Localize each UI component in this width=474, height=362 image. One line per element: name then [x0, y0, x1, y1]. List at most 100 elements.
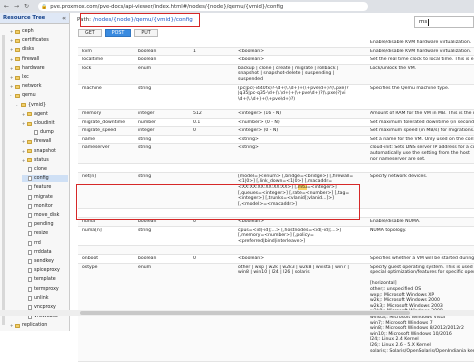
tree-item[interactable]: dump — [28, 129, 68, 136]
table-row[interactable]: migrate_downtime number 0.1 <number> (0 - N… — [78, 119, 474, 128]
param-name-cell: localtime — [82, 57, 104, 63]
tree-item[interactable]: + network — [10, 83, 68, 90]
param-format-cell: <boolean> — [238, 57, 265, 63]
reload-icon[interactable]: ↻ — [23, 3, 30, 10]
tree-item[interactable]: spiceproxy — [22, 267, 68, 274]
table-row[interactable]: lock enum backup | clone | create | migrat… — [78, 64, 474, 85]
document-icon — [28, 259, 32, 264]
tree-item[interactable]: + lxc — [10, 74, 68, 81]
table-row[interactable]: machine string (pc|pc(-i440fx)?-\d+(\.\d+)… — [78, 85, 474, 110]
param-type-cell: boolean — [138, 57, 157, 63]
tree-item[interactable]: template — [22, 276, 68, 283]
path-highlight-box — [80, 13, 200, 27]
tree-item[interactable]: - {vmid} — [16, 102, 68, 109]
tree-item[interactable]: resize — [22, 230, 68, 237]
tree-item[interactable]: + disks — [10, 46, 68, 53]
param-type-cell: string — [138, 227, 152, 233]
resource-tree-title: Resource Tree — [3, 15, 46, 21]
tree-item[interactable]: pending — [22, 221, 68, 228]
tree-item[interactable]: clone — [22, 166, 68, 173]
table-row[interactable]: kvm boolean 1 <boolean> Enable/disable KVM h… — [78, 47, 474, 57]
param-default-cell — [193, 228, 229, 247]
tree-item[interactable]: + firewall — [10, 56, 68, 63]
param-description-cell: Enable/disable KVM hardware virtualizati… — [370, 48, 472, 54]
method-tabs: GET POST PUT — [78, 29, 161, 37]
param-default-cell — [193, 86, 229, 110]
tree-item[interactable]: rrd — [22, 240, 68, 247]
tree-item[interactable]: + snapshot — [22, 148, 68, 155]
param-name-cell: migrate_speed — [82, 128, 117, 134]
tree-item[interactable]: + replication — [10, 322, 68, 329]
tree-scrollbar[interactable] — [2, 35, 5, 325]
param-name-cell: memory — [82, 111, 102, 116]
main-panel: Path: /nodes/{node}/qemu/{vmid}/config m… — [72, 13, 474, 362]
param-format-cell: <string> — [238, 145, 259, 151]
table-row[interactable]: Enable/disable KVM hardware virtualizati… — [78, 39, 474, 48]
back-arrow-icon[interactable]: ← — [3, 3, 10, 10]
lock-icon: 🔒 — [41, 3, 48, 10]
folder-icon — [15, 66, 20, 71]
tree-item-label: qemu — [22, 93, 36, 99]
tree-item[interactable]: + status — [22, 157, 68, 164]
param-name-cell: lock — [82, 65, 92, 71]
param-format-cell: cpus=<id[-id];...> [,hostnodes=<id[-id];… — [238, 227, 342, 244]
tab-get[interactable]: GET — [78, 29, 102, 37]
tree-item[interactable]: + ceph — [10, 28, 68, 35]
tree-item[interactable]: - qemu — [10, 92, 68, 99]
document-icon — [28, 194, 32, 200]
tree-item-label: sendkey — [34, 259, 54, 264]
tab-post[interactable]: POST — [104, 29, 132, 37]
tree-item[interactable]: + agent — [22, 111, 68, 118]
table-row[interactable]: numa[n] string cpus=<id[-id];...> [,hostno… — [78, 227, 474, 247]
table-row[interactable]: nameserver string <string> cloud-init: Sets… — [78, 144, 474, 165]
address-bar[interactable]: 🔒 pve.proxmox.com/pve-docs/api-viewer/in… — [38, 2, 368, 11]
tree-item[interactable]: sendkey — [22, 258, 68, 265]
tree-item[interactable]: + cloudinit — [22, 120, 68, 127]
param-default-cell — [193, 247, 229, 255]
param-format-cell — [238, 40, 366, 48]
tree-item-label: resize — [34, 231, 49, 237]
folder-icon — [27, 121, 32, 126]
table-row[interactable]: name string <string> Set a name for the VM.… — [78, 136, 474, 145]
tree-item-label: termproxy — [34, 286, 59, 292]
tree-item[interactable]: termproxy — [22, 286, 68, 293]
param-type-cell — [138, 40, 186, 48]
tree-item[interactable]: + firewall — [22, 138, 68, 145]
document-icon — [28, 277, 32, 283]
search-input[interactable]: ms — [414, 16, 474, 28]
table-row[interactable] — [78, 246, 474, 255]
tree-item-label: lxc — [22, 75, 29, 80]
forward-arrow-icon[interactable]: → — [13, 3, 20, 10]
tree-item[interactable]: monitor — [22, 203, 68, 210]
folder-icon — [15, 75, 20, 80]
browser-toolbar: ← → ↻ 🔒 pve.proxmox.com/pve-docs/api-vie… — [0, 0, 474, 13]
table-row[interactable]: memory integer 512 <integer> (16 - N) Amount… — [78, 110, 474, 119]
table-row[interactable] — [78, 164, 474, 173]
tree-item[interactable]: config — [22, 175, 68, 183]
tree-item-label: feature — [34, 185, 52, 191]
document-icon — [28, 167, 32, 172]
param-type-cell: string — [138, 85, 152, 91]
tree-item[interactable]: rrddata — [22, 249, 68, 256]
tree-item-label: firewall — [22, 56, 40, 62]
tab-put[interactable]: PUT — [134, 29, 158, 37]
tree-item[interactable]: feature — [22, 184, 68, 191]
param-default-cell: 0 — [193, 256, 196, 261]
scrollbar-thumb[interactable] — [80, 311, 410, 315]
folder-icon — [15, 84, 20, 89]
param-description-cell: Set maximum tolerated downtime (in secon… — [370, 119, 474, 125]
collapse-panel-icon[interactable]: « — [62, 15, 66, 22]
tree-item[interactable]: + hardware — [10, 65, 68, 72]
horizontal-scrollbar[interactable] — [0, 310, 474, 316]
tree-item[interactable]: unlink — [22, 295, 68, 302]
document-icon — [28, 295, 32, 301]
table-row[interactable]: migrate_speed integer 0 <integer> (0 - N) Se… — [78, 127, 474, 136]
table-row[interactable]: localtime boolean <boolean> Set the real ti… — [78, 56, 474, 65]
document-icon — [28, 185, 32, 191]
tree-item[interactable]: migrate — [22, 194, 68, 201]
document-icon — [28, 286, 32, 292]
table-row[interactable]: onboot boolean 0 <boolean> Specifies whether… — [78, 255, 474, 264]
tree-item[interactable]: move_disk — [22, 212, 68, 219]
param-default-cell — [193, 137, 229, 145]
tree-item[interactable]: + certificates — [10, 37, 68, 44]
